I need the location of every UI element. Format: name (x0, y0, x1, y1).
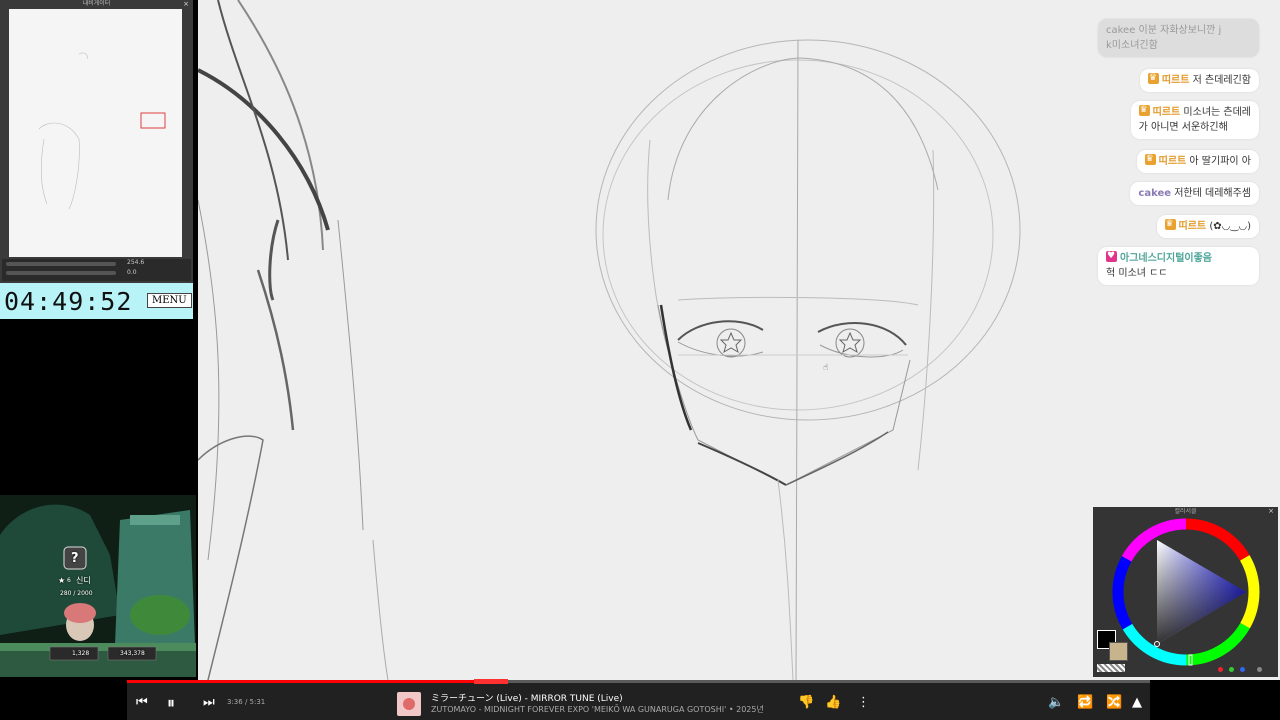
chat-message: 띠르트 (✿◡‿◡) (1156, 215, 1259, 238)
volume-icon[interactable]: 🔈 (1048, 695, 1064, 711)
crown-icon (1164, 217, 1176, 232)
expand-up-icon[interactable]: ▲ (1132, 695, 1142, 711)
track-title[interactable]: ミラーチューン (Live) - MIRROR TUNE (Live) (431, 691, 623, 704)
angle-value: 0.0 (127, 269, 137, 276)
chat-message: cakee 저한테 데레해주셈 (1130, 182, 1259, 205)
red-dot-icon (1218, 667, 1223, 672)
progress-fill (127, 680, 474, 683)
thumbs-up-icon[interactable]: 👍 (825, 695, 841, 711)
game-scene (0, 495, 196, 677)
green-dot-icon (1229, 667, 1234, 672)
stream-timer: 04:49:52 (4, 287, 133, 316)
navigator-close-button[interactable]: × (183, 0, 189, 8)
repeat-icon[interactable]: 🔁 (1077, 695, 1093, 711)
crown-icon (1138, 103, 1150, 118)
chat-message: 띠르트 미소녀는 츤데레가 아니면 서운하긴해 (1130, 101, 1259, 139)
gray-dot-icon (1257, 667, 1262, 672)
chat-message: 띠르트 저 츤데레긴함 (1139, 69, 1259, 92)
playback-time: 3:36 / 5:31 (227, 698, 266, 706)
stat-score: 343,378 (120, 650, 145, 657)
chat-message: cakee 이분 자화상보니깐 j k미소녀긴함 (1098, 19, 1259, 57)
rotate-slider[interactable] (6, 271, 116, 275)
navigator-preview[interactable] (9, 9, 182, 257)
album-art (397, 692, 421, 716)
shuffle-icon[interactable]: 🔀 (1106, 695, 1122, 711)
heart-icon (1106, 249, 1117, 264)
pause-icon[interactable]: ⏸ (167, 695, 175, 711)
chat-message: 띠르트 아 딸기파이 아 (1136, 150, 1259, 173)
navigator-thumbnail (38, 52, 166, 210)
star-icon: ★ (58, 576, 66, 585)
progress-bar[interactable] (127, 679, 1150, 684)
track-subtitle: ZUTOMAYO - MIDNIGHT FOREVER EXPO 'MEIKŌ … (431, 705, 764, 714)
previous-track-icon[interactable]: ⏮ (136, 695, 148, 711)
player-name: 신디 (76, 576, 91, 585)
crown-icon (1144, 152, 1156, 167)
zoom-slider[interactable] (6, 262, 116, 266)
next-track-icon[interactable]: ⏭ (203, 695, 215, 711)
color-circle-panel: 컬러서클 × (1093, 507, 1278, 677)
menu-button[interactable]: MENU (147, 293, 192, 308)
zoom-value: 254.6 (127, 259, 145, 266)
transparent-color-swatch[interactable] (1097, 664, 1125, 672)
sub-color-swatch[interactable] (1109, 642, 1128, 661)
thumbs-down-icon[interactable]: 👎 (798, 695, 814, 711)
crown-icon (1147, 71, 1159, 86)
more-options-icon[interactable]: ⋮ (857, 695, 870, 711)
game-overlay: ? ★ 6 신디 280 / 2000 1,328 343,378 (0, 495, 196, 677)
navigator-title: 내비게이터 (82, 0, 111, 7)
chat-message: 아그네스디지털이좋음헉 미소녀 ㄷㄷ (1098, 247, 1259, 285)
music-player-bar: ⏮ ⏸ ⏭ 3:36 / 5:31 ミラーチューン (Live) - MIRRO… (127, 679, 1150, 720)
navigator-viewport-rect (140, 112, 166, 129)
progress-thumb[interactable] (473, 679, 508, 684)
player-hp: 280 / 2000 (60, 590, 93, 597)
navigator-controls: 254.6 0.0 (2, 259, 191, 281)
timer-bar: 04:49:52 MENU (0, 283, 193, 319)
stat-count: 1,328 (72, 650, 90, 657)
svg-text:☝: ☝ (823, 363, 828, 373)
blue-dot-icon (1240, 667, 1245, 672)
quest-icon: ? (71, 551, 79, 566)
navigator-panel: 내비게이터 × 254.6 0.0 (0, 0, 193, 283)
player-level: 6 (67, 577, 71, 584)
